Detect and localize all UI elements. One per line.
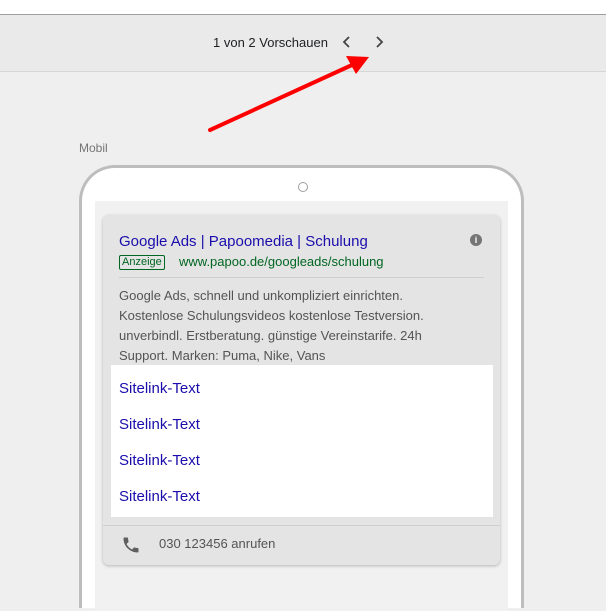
phone-icon <box>123 537 139 553</box>
ad-description-line: Support. Marken: Puma, Nike, Vans <box>119 348 326 363</box>
ad-headline[interactable]: Google Ads | Papoomedia | Schulung <box>119 233 368 250</box>
call-text: 030 123456 anrufen <box>159 536 276 551</box>
sitelinks-panel: Sitelink-Text Sitelink-Text Sitelink-Tex… <box>111 365 493 517</box>
ad-description: Google Ads, schnell und unkompliziert ei… <box>119 286 479 366</box>
previous-preview-button[interactable] <box>336 31 358 53</box>
ad-description-line: Kostenlose Schulungsvideos kostenlose Te… <box>119 308 424 323</box>
camera-icon <box>298 182 308 192</box>
device-label: Mobil <box>79 141 108 155</box>
top-bar <box>0 0 606 15</box>
info-icon[interactable]: i <box>470 234 482 246</box>
mobile-device-frame: Google Ads | Papoomedia | Schulung i Anz… <box>79 165 524 611</box>
chevron-right-icon <box>376 36 384 48</box>
mobile-screen: Google Ads | Papoomedia | Schulung i Anz… <box>95 201 508 611</box>
chevron-left-icon <box>342 36 350 48</box>
next-preview-button[interactable] <box>368 31 390 53</box>
sitelink-4[interactable]: Sitelink-Text <box>119 488 200 505</box>
ad-preview-card: Google Ads | Papoomedia | Schulung i Anz… <box>103 215 500 565</box>
divider <box>119 277 484 278</box>
ad-description-line: unverbindl. Erstberatung. günstige Verei… <box>119 328 422 343</box>
ad-description-line: Google Ads, schnell und unkompliziert ei… <box>119 288 403 303</box>
preview-count: 1 von 2 Vorschauen <box>213 35 328 50</box>
sitelink-1[interactable]: Sitelink-Text <box>119 380 200 397</box>
ad-display-url: www.papoo.de/googleads/schulung <box>179 254 384 269</box>
call-extension[interactable]: 030 123456 anrufen <box>103 526 500 565</box>
sitelink-2[interactable]: Sitelink-Text <box>119 416 200 433</box>
ad-badge: Anzeige <box>119 255 165 270</box>
preview-pager: 1 von 2 Vorschauen <box>0 15 606 72</box>
sitelink-3[interactable]: Sitelink-Text <box>119 452 200 469</box>
